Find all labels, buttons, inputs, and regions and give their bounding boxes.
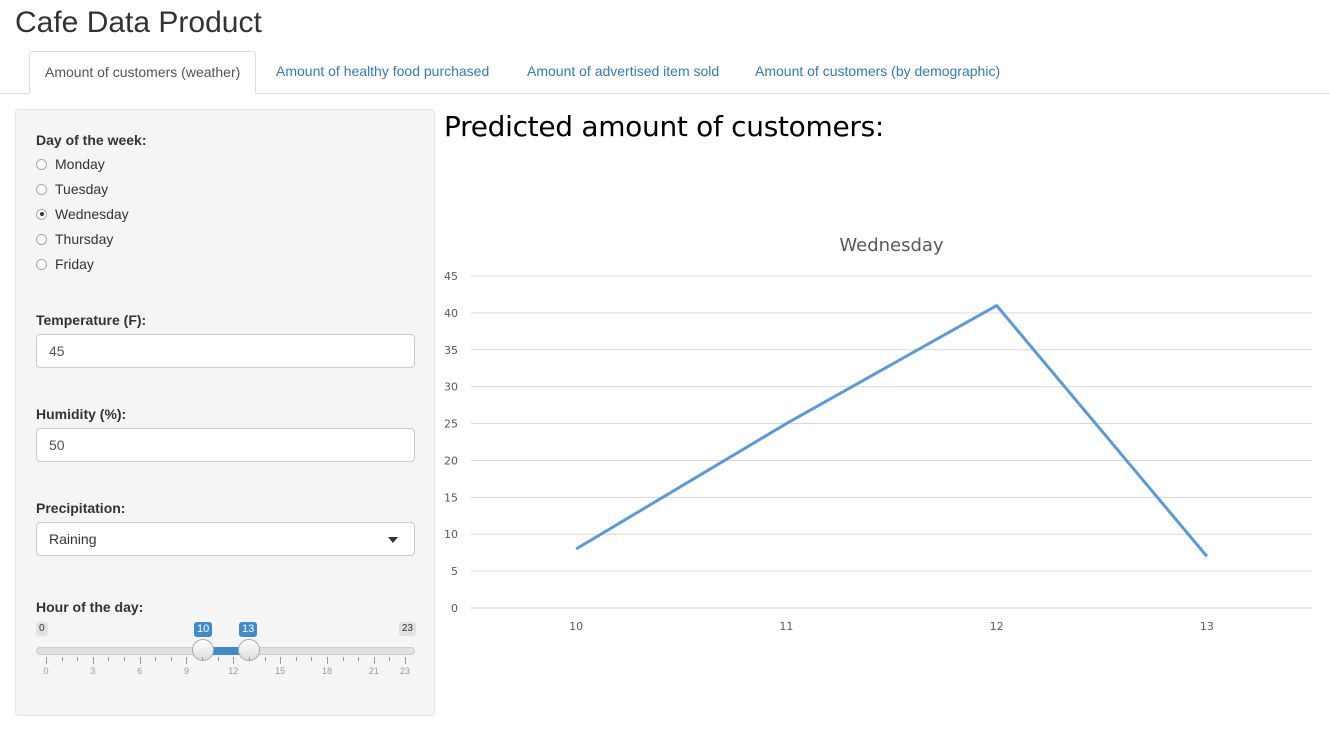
temperature-input[interactable]: 45 xyxy=(36,334,415,368)
slider-tick xyxy=(295,657,297,661)
x-tick-label: 13 xyxy=(1200,620,1214,633)
x-tick-label: 11 xyxy=(779,620,793,633)
slider-tick-label: 9 xyxy=(183,666,189,676)
slider-tick xyxy=(389,657,391,661)
y-tick-label: 20 xyxy=(444,454,458,467)
slider-tick xyxy=(233,657,235,664)
slider-tick xyxy=(248,657,250,661)
slider-tick xyxy=(46,657,47,664)
radio-label: Thursday xyxy=(55,231,114,247)
precipitation-label: Precipitation: xyxy=(36,500,126,516)
slider-tick-label: 21 xyxy=(368,666,379,676)
tab-bar: Amount of customers (weather) Amount of … xyxy=(0,51,1330,94)
slider-tick-label: 15 xyxy=(275,666,286,676)
precipitation-select[interactable]: Raining xyxy=(36,522,415,556)
radio-button[interactable] xyxy=(36,233,47,245)
slider-tick xyxy=(77,657,79,661)
radio-tuesday[interactable]: Tuesday xyxy=(36,179,108,199)
x-tick-label: 12 xyxy=(990,620,1004,633)
customers-line-chart: Wednesday 0 5 10 15 20 25 30 35 40 45 10 11 12 13 xyxy=(444,235,1312,633)
radio-button[interactable] xyxy=(36,158,47,170)
slider-tick-label: 6 xyxy=(137,666,143,676)
slider-to-value: 13 xyxy=(239,622,258,637)
radio-monday[interactable]: Monday xyxy=(36,154,105,174)
y-tick-label: 45 xyxy=(444,270,458,283)
y-tick-label: 15 xyxy=(444,491,458,504)
radio-friday[interactable]: Friday xyxy=(36,254,94,274)
tab-customers-weather[interactable]: Amount of customers (weather) xyxy=(29,51,257,94)
slider-min-label: 0 xyxy=(36,622,48,636)
precipitation-selected-value: Raining xyxy=(49,531,97,547)
slider-tick xyxy=(373,657,375,664)
hour-label: Hour of the day: xyxy=(36,599,144,615)
sidebar-panel: Day of the week: Monday Tuesday Wednesda… xyxy=(15,109,435,716)
slider-tick xyxy=(186,657,188,664)
slider-tick xyxy=(155,657,157,661)
temperature-label: Temperature (F): xyxy=(36,312,147,328)
radio-button-selected[interactable] xyxy=(36,208,47,220)
y-tick-label: 35 xyxy=(444,344,458,357)
chart-title: Wednesday xyxy=(839,235,944,256)
slider-tick-label: 23 xyxy=(399,666,411,676)
slider-tick xyxy=(405,657,406,664)
app-title: Cafe Data Product xyxy=(15,6,262,39)
y-tick-label: 10 xyxy=(444,528,458,541)
radio-label: Monday xyxy=(55,156,105,172)
slider-tick xyxy=(264,657,266,661)
radio-button[interactable] xyxy=(36,258,47,270)
tab-advertised-item[interactable]: Amount of advertised item sold xyxy=(512,51,734,92)
slider-grid: 0 3 6 9 12 15 18 21 23 xyxy=(36,657,416,677)
radio-label: Friday xyxy=(55,256,94,272)
y-tick-label: 25 xyxy=(444,418,458,431)
slider-tick-label: 12 xyxy=(228,666,239,676)
slider-tick-label: 3 xyxy=(90,666,96,676)
slider-tick xyxy=(217,657,219,661)
radio-label: Wednesday xyxy=(55,206,129,222)
slider-tick xyxy=(92,657,94,664)
radio-button[interactable] xyxy=(36,183,47,195)
radio-thursday[interactable]: Thursday xyxy=(36,229,113,249)
slider-tick xyxy=(202,657,204,661)
slider-tick xyxy=(61,657,63,661)
slider-tick xyxy=(108,657,110,661)
radio-label: Tuesday xyxy=(55,181,109,197)
hour-range-slider[interactable]: 0 23 10 13 0 3 6 9 12 15 18 21 23 xyxy=(36,622,416,682)
slider-tick-label: 18 xyxy=(321,666,332,676)
slider-tick xyxy=(342,657,344,661)
slider-tick xyxy=(326,657,328,664)
slider-tick-label: 0 xyxy=(43,666,49,676)
slider-tick xyxy=(139,657,141,664)
tab-healthy-food[interactable]: Amount of healthy food purchased xyxy=(261,51,504,92)
slider-tick xyxy=(124,657,126,661)
slider-max-label: 23 xyxy=(398,622,416,636)
main-heading: Predicted amount of customers: xyxy=(444,110,885,143)
slider-tick xyxy=(170,657,172,661)
day-label: Day of the week: xyxy=(36,132,147,148)
y-tick-label: 30 xyxy=(444,381,458,394)
y-tick-label: 0 xyxy=(451,602,458,615)
humidity-input[interactable]: 50 xyxy=(36,428,415,462)
slider-tick xyxy=(358,657,360,661)
slider-tick xyxy=(311,657,313,661)
radio-wednesday[interactable]: Wednesday xyxy=(36,204,129,224)
humidity-label: Humidity (%): xyxy=(36,406,127,422)
tab-customers-demographic[interactable]: Amount of customers (by demographic) xyxy=(740,51,1015,92)
x-tick-label: 10 xyxy=(569,620,583,633)
slider-tick xyxy=(280,657,282,664)
y-tick-label: 40 xyxy=(444,307,458,320)
chevron-down-icon xyxy=(388,537,398,543)
y-tick-label: 5 xyxy=(451,565,458,578)
slider-from-value: 10 xyxy=(194,622,213,637)
series-line xyxy=(575,304,1209,558)
